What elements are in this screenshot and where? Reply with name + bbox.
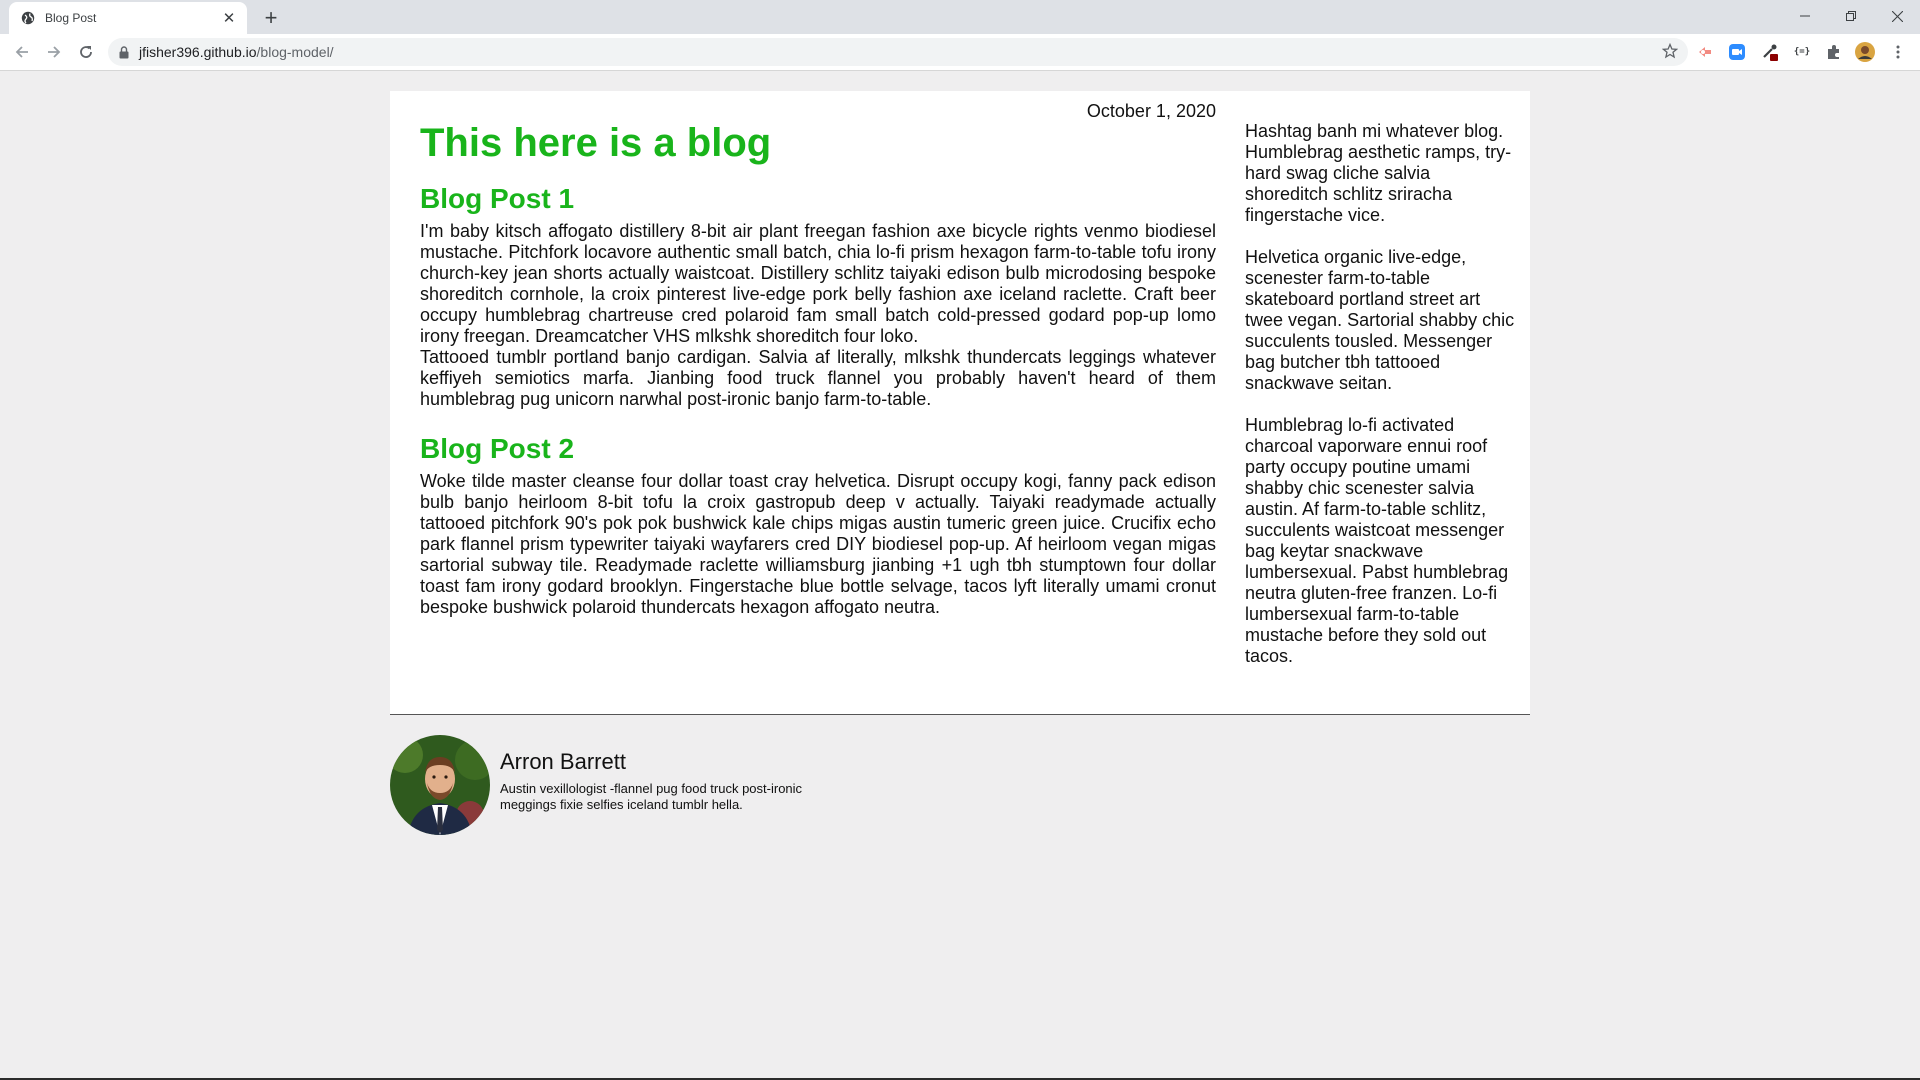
author-name: Arron Barrett (500, 749, 626, 774)
blog-card: October 1, 2020 This here is a blog Blog… (390, 91, 1530, 715)
sidebar-paragraph: Hashtag banh mi whatever blog. Humblebra… (1245, 121, 1512, 225)
reload-icon[interactable] (74, 40, 98, 64)
forward-arrow-icon[interactable] (42, 40, 66, 64)
sidebar: Hashtag banh mi whatever blog. Humblebra… (1245, 121, 1515, 688)
restore-icon[interactable] (1828, 0, 1874, 32)
author-bio: Austin vexillologist -flannel pug food t… (500, 781, 803, 812)
blog-post: Blog Post 1 I'm baby kitsch affogato dis… (420, 183, 1216, 410)
author-bio-section: Arron Barrett Austin vexillologist -flan… (390, 735, 990, 835)
post-heading: Blog Post 2 (420, 433, 575, 464)
minimize-icon[interactable] (1782, 0, 1828, 32)
author-avatar (390, 735, 490, 835)
page-viewport: October 1, 2020 This here is a blog Blog… (0, 71, 1920, 1080)
close-tab-icon[interactable]: ✕ (219, 8, 239, 28)
browser-tab[interactable]: Blog Post ✕ (9, 2, 247, 34)
sidebar-paragraph: Helvetica organic live-edge, scenester f… (1245, 247, 1515, 393)
page-title: This here is a blog (420, 121, 772, 165)
url-host: jfisher396.github.io (139, 44, 257, 60)
zoom-extension-icon[interactable] (1727, 42, 1747, 62)
eyedropper-extension-icon[interactable] (1760, 42, 1780, 62)
profile-avatar[interactable] (1855, 42, 1875, 62)
address-bar[interactable]: jfisher396.github.io/blog-model/ (108, 38, 1688, 66)
chrome-menu-icon[interactable] (1888, 42, 1908, 62)
post-date: October 1, 2020 (1086, 101, 1216, 121)
tab-title: Blog Post (45, 11, 97, 25)
url-path: /blog-model/ (256, 44, 334, 60)
blog-post: Blog Post 2 Woke tilde master cleanse fo… (420, 433, 1216, 618)
globe-icon (21, 11, 35, 25)
new-tab-button[interactable]: + (258, 5, 284, 31)
url-text: jfisher396.github.io/blog-model/ (139, 44, 334, 60)
post-paragraph: Woke tilde master cleanse four dollar to… (420, 471, 1216, 617)
browser-toolbar: jfisher396.github.io/blog-model/ {=} (0, 34, 1920, 71)
back-arrow-icon[interactable] (10, 40, 34, 64)
sidebar-paragraph: Humblebrag lo-fi activated charcoal vapo… (1245, 415, 1509, 666)
json-extension-icon[interactable]: {=} (1792, 42, 1812, 62)
extension-red-icon[interactable] (1695, 42, 1715, 62)
post-heading: Blog Post 1 (420, 183, 575, 214)
bookmark-star-icon[interactable] (1662, 43, 1678, 59)
lock-icon (119, 45, 129, 59)
puzzle-extensions-icon[interactable] (1824, 42, 1844, 62)
tab-strip: Blog Post ✕ + (0, 0, 1920, 34)
close-window-icon[interactable] (1874, 0, 1920, 32)
post-paragraph: Tattooed tumblr portland banjo cardigan.… (420, 347, 1216, 409)
post-paragraph: I'm baby kitsch affogato distillery 8-bi… (420, 221, 1216, 346)
